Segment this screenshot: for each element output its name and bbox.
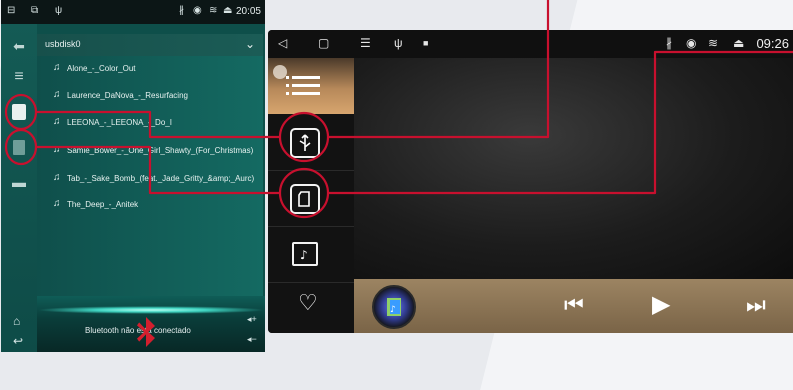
file-name: Laurence_DaNova_-_Resurfacing — [67, 91, 188, 100]
location-icon: ◉ — [193, 5, 202, 16]
status-time: 09:26 — [756, 36, 789, 51]
window-icon: ⊟ — [7, 5, 16, 16]
menu-icon[interactable]: ≡ — [1, 68, 37, 86]
drive-selector[interactable]: usbdisk0 ⌄ — [37, 34, 263, 56]
sidebar-item-menu[interactable] — [268, 58, 354, 114]
sd-card-icon — [290, 184, 320, 214]
status-bar: ⊟ ⧉ ψ ∦ ◉ ≋ ⏏ 20:05 — [1, 0, 265, 24]
drive-label: usbdisk0 — [45, 39, 81, 49]
left-rail: ⬅ ≡ ▬ — [1, 24, 37, 352]
usb-browser-screen: ⊟ ⧉ ψ ∦ ◉ ≋ ⏏ 20:05 ⬅ ≡ ▬ usbdisk0 ⌄ ♫ A… — [1, 0, 265, 352]
bluetooth-footer: Bluetooth não está conectado — [37, 296, 265, 352]
media-player-screen: ◁ ▢ ☰ ψ ■ ∦ ◉ ≋ ⏏ 09:26 ♪ ♡ ♪ ⏮ ▶ ⏭ — [268, 30, 793, 333]
sd-card-icon[interactable] — [1, 140, 37, 158]
folder-icon[interactable]: ▬ — [1, 174, 37, 190]
file-name: Samie_Bower_-_One_Girl_Shawty_(For_Chris… — [67, 146, 254, 155]
menu-icon — [273, 65, 320, 95]
back-icon[interactable]: ↩ — [13, 334, 23, 348]
list-item[interactable]: ♫ LEEONA_-_LEEONA_-_Do_I — [37, 112, 263, 132]
sidebar-item-favorites[interactable]: ♡ — [268, 282, 354, 333]
heart-icon: ♡ — [298, 290, 318, 315]
wifi-icon: ≋ — [708, 36, 719, 50]
status-time: 20:05 — [235, 6, 261, 17]
back-arrow-icon[interactable]: ⬅ — [1, 38, 37, 55]
back-icon[interactable]: ◁ — [278, 36, 287, 50]
glow-line — [37, 306, 265, 314]
bluetooth-icon: ∦ — [666, 36, 672, 50]
file-name: LEEONA_-_LEEONA_-_Do_I — [67, 118, 172, 127]
volume-up-icon[interactable]: ◂+ — [247, 314, 257, 325]
now-playing-area — [354, 58, 793, 279]
screen-icon: ⧉ — [31, 5, 39, 16]
music-note-icon: ♫ — [53, 172, 61, 183]
svg-text:♪: ♪ — [300, 248, 308, 262]
status-bar: ◁ ▢ ☰ ψ ■ ∦ ◉ ≋ ⏏ 09:26 — [268, 30, 793, 58]
sidebar-item-usb[interactable] — [268, 114, 354, 171]
file-name: Alone_-_Color_Out — [67, 64, 136, 73]
list-item[interactable]: ♫ The_Deep_-_Anitek — [37, 194, 263, 214]
menu-icon[interactable]: ☰ — [360, 36, 371, 50]
home-icon[interactable]: ⌂ — [13, 314, 20, 328]
file-name: The_Deep_-_Anitek — [67, 200, 139, 209]
home-icon[interactable]: ▢ — [318, 36, 329, 50]
usb-icon: ψ — [394, 36, 403, 50]
usb-icon — [290, 128, 320, 158]
play-icon[interactable]: ▶ — [652, 290, 670, 319]
storage-icon: ■ — [423, 38, 429, 48]
volume-down-icon[interactable]: ◂− — [247, 334, 257, 345]
next-icon[interactable]: ⏭ — [746, 292, 766, 318]
file-list: ♫ Alone_-_Color_Out ♫ Laurence_DaNova_-_… — [37, 56, 263, 296]
bluetooth-icon: ∦ — [179, 5, 184, 16]
file-name: Tab_-_Sake_Bomb_(feat._Jade_Gritty_&amp;… — [67, 174, 255, 183]
sidebar-item-sd-card[interactable] — [268, 170, 354, 227]
location-icon: ◉ — [686, 36, 697, 50]
music-folder-icon: ♪ — [292, 242, 318, 266]
sidebar-item-music-folder[interactable]: ♪ — [268, 226, 354, 283]
usb-drive-icon[interactable] — [1, 104, 37, 123]
usb-icon: ψ — [55, 5, 63, 16]
list-item[interactable]: ♫ Laurence_DaNova_-_Resurfacing — [37, 85, 263, 105]
list-item[interactable]: ♫ Samie_Bower_-_One_Girl_Shawty_(For_Chr… — [37, 140, 263, 160]
previous-icon[interactable]: ⏮ — [564, 292, 584, 318]
album-art-icon[interactable]: ♪ — [372, 285, 416, 329]
music-note-icon: ♫ — [53, 198, 61, 209]
list-item[interactable]: ♫ Alone_-_Color_Out — [37, 58, 263, 78]
bluetooth-status: Bluetooth não está conectado — [85, 326, 191, 335]
wifi-icon: ≋ — [209, 5, 218, 16]
music-note-icon: ♫ — [53, 89, 61, 100]
music-note-icon: ♫ — [53, 62, 61, 73]
eject-icon: ⏏ — [733, 36, 745, 50]
svg-text:♪: ♪ — [390, 305, 396, 315]
music-note-icon: ♫ — [53, 144, 61, 155]
eject-icon: ⏏ — [223, 5, 233, 16]
source-sidebar: ♪ ♡ — [268, 58, 354, 333]
list-item[interactable]: ♫ Tab_-_Sake_Bomb_(feat._Jade_Gritty_&am… — [37, 168, 263, 188]
chevron-down-icon: ⌄ — [244, 37, 255, 51]
music-note-icon: ♫ — [53, 116, 61, 127]
